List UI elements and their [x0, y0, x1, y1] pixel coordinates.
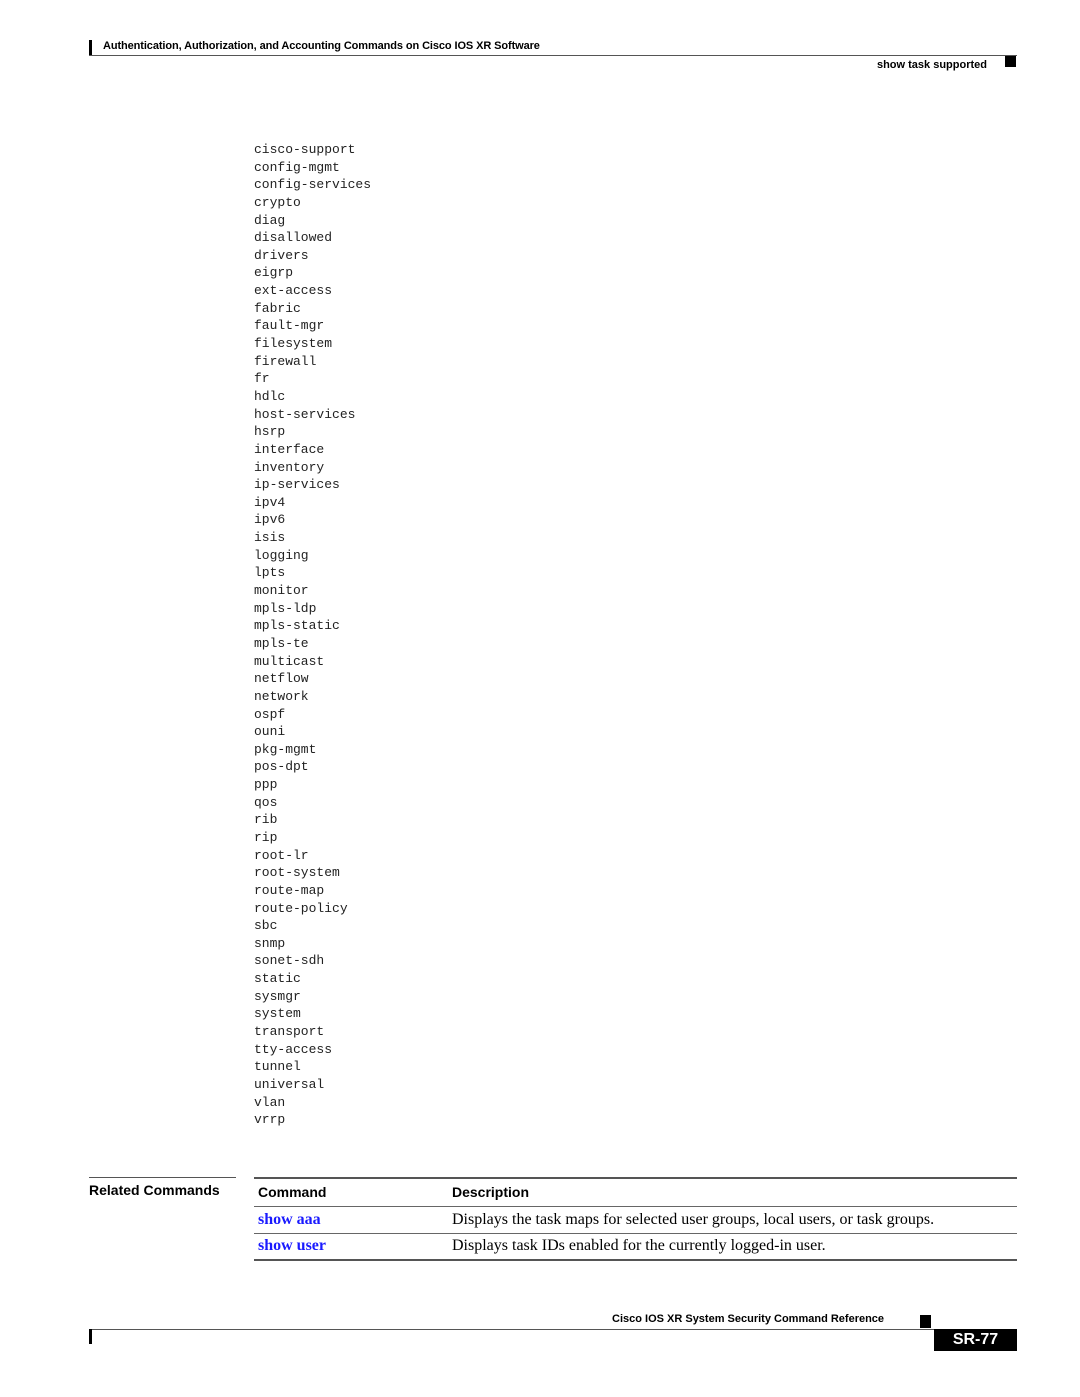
task-id-item: static: [254, 971, 301, 987]
task-id-item: filesystem: [254, 336, 333, 352]
task-id-item: ipv6: [254, 512, 286, 528]
task-id-item: fault-mgr: [254, 318, 325, 334]
task-id-item: ouni: [254, 724, 286, 740]
task-id-item: sonet-sdh: [254, 953, 325, 969]
related-commands-table: Command Description show aaa Displays th…: [254, 1177, 1017, 1261]
task-id-item: rip: [254, 829, 278, 845]
task-id-item: vrrp: [254, 1112, 286, 1128]
book-title: Cisco IOS XR System Security Command Ref…: [612, 1313, 885, 1325]
task-id-item: root-system: [254, 865, 340, 881]
task-id-item: multicast: [254, 653, 325, 669]
task-id-item: host-services: [254, 406, 356, 422]
task-id-item: config-mgmt: [254, 159, 340, 175]
task-id-item: tunnel: [254, 1059, 301, 1075]
row-description: Displays the task maps for selected user…: [452, 1210, 935, 1228]
task-id-item: config-services: [254, 177, 372, 193]
task-id-item: ip-services: [254, 477, 340, 493]
task-id-item: system: [254, 1006, 301, 1022]
show-user-link[interactable]: show user: [258, 1237, 326, 1254]
task-id-item: firewall: [254, 353, 317, 369]
header-rule: [89, 55, 1017, 56]
header-bar: [89, 40, 92, 56]
task-id-item: mpls-te: [254, 635, 309, 651]
task-id-item: monitor: [254, 583, 309, 599]
task-id-item: root-lr: [254, 847, 309, 863]
task-id-item: diag: [254, 212, 286, 228]
task-id-item: hsrp: [254, 424, 286, 440]
task-id-item: ppp: [254, 777, 278, 793]
chapter-title: Authentication, Authorization, and Accou…: [103, 40, 540, 52]
task-id-item: network: [254, 688, 309, 704]
task-id-item: rib: [254, 812, 278, 828]
task-id-item: sbc: [254, 918, 278, 934]
task-id-item: snmp: [254, 935, 286, 951]
task-id-item: fabric: [254, 300, 301, 316]
task-id-item: qos: [254, 794, 278, 810]
task-id-item: route-map: [254, 882, 325, 898]
task-id-item: isis: [254, 530, 286, 546]
task-id-item: mpls-static: [254, 618, 340, 634]
show-aaa-link[interactable]: show aaa: [258, 1211, 321, 1228]
task-id-item: pkg-mgmt: [254, 741, 317, 757]
footer-bar: [89, 1329, 92, 1344]
table-row: show aaa Displays the task maps for sele…: [254, 1206, 1017, 1233]
task-id-item: vlan: [254, 1094, 286, 1110]
task-id-item: drivers: [254, 247, 309, 263]
section-title: show task supported: [876, 59, 987, 71]
footer-marker: [920, 1315, 931, 1328]
task-id-list: cisco-support config-mgmt config-services c…: [254, 141, 371, 1129]
header-marker: [1005, 56, 1016, 67]
column-header-command: Command: [258, 1184, 327, 1201]
task-id-item: ospf: [254, 706, 286, 722]
task-id-item: hdlc: [254, 388, 286, 404]
task-id-item: tty-access: [254, 1041, 333, 1057]
table-header-row: Command Description: [254, 1178, 1017, 1206]
task-id-item: interface: [254, 441, 325, 457]
task-id-item: sysmgr: [254, 988, 301, 1004]
task-id-item: cisco-support: [254, 142, 356, 157]
column-header-description: Description: [452, 1184, 530, 1201]
task-id-item: mpls-ldp: [254, 600, 317, 616]
task-id-item: crypto: [254, 194, 301, 210]
task-id-item: lpts: [254, 565, 286, 581]
related-commands-label: Related Commands: [89, 1182, 220, 1198]
table-row: show user Displays task IDs enabled for …: [254, 1233, 1017, 1260]
related-commands-rule: [89, 1177, 236, 1178]
task-id-item: route-policy: [254, 900, 348, 916]
task-id-item: disallowed: [254, 230, 333, 246]
task-id-item: pos-dpt: [254, 759, 309, 775]
task-id-item: netflow: [254, 671, 309, 687]
row-description: Displays task IDs enabled for the curren…: [452, 1237, 826, 1255]
footer-rule: [89, 1329, 934, 1330]
task-id-item: universal: [254, 1076, 325, 1092]
task-id-item: fr: [254, 371, 270, 387]
task-id-item: logging: [254, 547, 309, 563]
task-id-item: ipv4: [254, 494, 286, 510]
task-id-item: ext-access: [254, 283, 333, 299]
task-id-item: inventory: [254, 459, 325, 475]
page-number: SR-77: [934, 1329, 1017, 1351]
task-id-item: transport: [254, 1024, 325, 1040]
task-id-item: eigrp: [254, 265, 294, 281]
